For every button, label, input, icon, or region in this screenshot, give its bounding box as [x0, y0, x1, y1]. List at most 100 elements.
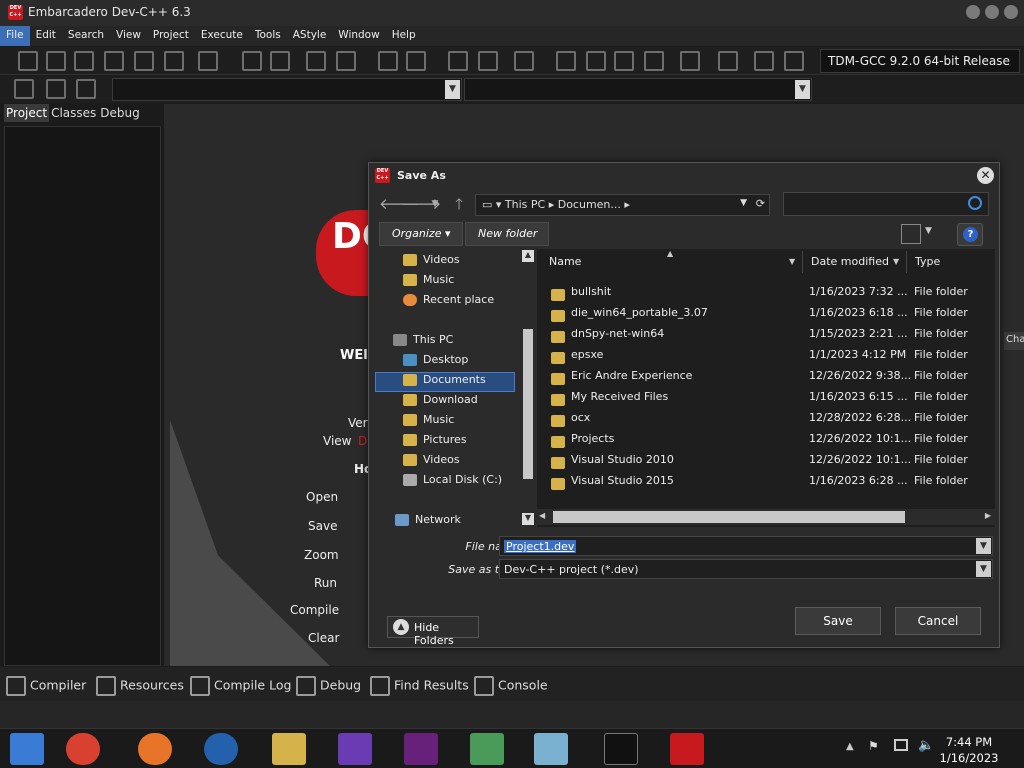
welcome-run-link[interactable]: Run — [314, 576, 337, 590]
menu-astyle[interactable]: AStyle — [287, 26, 333, 46]
nav-item-local-disk[interactable]: Local Disk (C:) — [403, 473, 502, 493]
find-icon[interactable] — [242, 51, 262, 71]
file-row[interactable]: die_win64_portable_3.07 1/16/2023 6:18 ..… — [547, 302, 987, 323]
network-icon[interactable] — [894, 739, 908, 751]
notepad-icon[interactable] — [534, 733, 568, 765]
redo-icon[interactable] — [406, 51, 426, 71]
class-combo[interactable]: ▼ — [112, 78, 462, 101]
file-name-input[interactable]: Project1.dev ▼ — [499, 536, 993, 556]
menu-help[interactable]: Help — [386, 26, 422, 46]
compile-icon[interactable] — [556, 51, 576, 71]
nav-scrollbar[interactable]: ▲ ▼ — [521, 249, 535, 527]
close-file-icon[interactable] — [134, 51, 154, 71]
bookmarks-icon[interactable] — [76, 79, 96, 99]
chevron-down-icon[interactable]: ▼ — [976, 561, 991, 577]
recent-locations-icon[interactable]: ▼ — [425, 195, 445, 215]
refresh-icon[interactable]: ⟳ — [756, 197, 765, 210]
stop-icon[interactable] — [718, 51, 738, 71]
tab-project[interactable]: Project — [4, 104, 50, 122]
rebuild-icon[interactable] — [644, 51, 664, 71]
nav-item-desktop[interactable]: Desktop — [403, 353, 468, 373]
scroll-left-icon[interactable]: ◀ — [539, 511, 545, 520]
undo-icon[interactable] — [378, 51, 398, 71]
file-row[interactable]: dnSpy-net-win64 1/15/2023 2:21 ... File fo… — [547, 323, 987, 344]
system-clock[interactable]: 7:44 PM 1/16/2023 — [934, 734, 1004, 766]
replace-icon[interactable] — [270, 51, 290, 71]
hscroll-thumb[interactable] — [553, 511, 905, 523]
tab-compile-log[interactable]: Compile Log — [190, 667, 291, 701]
delete-profile-icon[interactable] — [784, 51, 804, 71]
run-icon[interactable] — [586, 51, 606, 71]
side-panel-tab[interactable]: Cha — [1004, 332, 1024, 350]
new-file-icon[interactable] — [18, 51, 38, 71]
tab-find-results[interactable]: Find Results — [370, 667, 469, 701]
nav-item-documents[interactable]: Documents — [375, 372, 515, 392]
file-row[interactable]: Visual Studio 2015 1/16/2023 6:28 ... File… — [547, 470, 987, 491]
view-options-icon[interactable] — [901, 224, 921, 244]
save-icon[interactable] — [74, 51, 94, 71]
welcome-save-link[interactable]: Save — [308, 519, 337, 533]
check-icon[interactable] — [680, 51, 700, 71]
nav-item-music[interactable]: Music — [403, 273, 454, 293]
tab-debug-output[interactable]: Debug — [296, 667, 361, 701]
menu-tools[interactable]: Tools — [249, 26, 287, 46]
flag-icon[interactable]: ⚑ — [868, 739, 879, 753]
file-row[interactable]: Visual Studio 2010 12/26/2022 10:1... File… — [547, 449, 987, 470]
file-row[interactable]: ocx 12/28/2022 6:28... File folder — [547, 407, 987, 428]
visual-studio-installer-icon[interactable] — [338, 733, 372, 765]
file-row[interactable]: epsxe 1/1/2023 4:12 PM File folder — [547, 344, 987, 365]
maximize-icon[interactable] — [985, 5, 999, 19]
chevron-down-icon[interactable]: ▼ — [789, 257, 795, 266]
hide-folders-button[interactable]: ▲ Hide Folders — [387, 616, 479, 647]
nav-item-pictures[interactable]: Pictures — [403, 433, 467, 453]
chart-icon[interactable] — [754, 51, 774, 71]
tab-classes[interactable]: Classes — [49, 104, 98, 122]
back-icon[interactable]: 🡐 — [379, 195, 419, 215]
scroll-down-icon[interactable]: ▼ — [522, 513, 534, 525]
network-app-icon[interactable] — [470, 733, 504, 765]
welcome-clear-link[interactable]: Clear — [308, 631, 339, 645]
open-icon[interactable] — [46, 51, 66, 71]
nav-item-downloads[interactable]: Download — [403, 393, 478, 413]
close-icon[interactable] — [1004, 5, 1018, 19]
nav-item-music-2[interactable]: Music — [403, 413, 454, 433]
menu-edit[interactable]: Edit — [30, 26, 62, 46]
view-dropdown-icon[interactable]: ▼ — [925, 226, 932, 236]
welcome-open-link[interactable]: Open — [306, 490, 338, 504]
menu-file[interactable]: File — [0, 26, 30, 46]
member-combo[interactable]: ▼ — [464, 78, 812, 101]
search-input[interactable] — [783, 192, 989, 216]
nav-item-this-pc[interactable]: This PC — [393, 333, 453, 353]
up-icon[interactable]: 🡑 — [449, 195, 469, 215]
file-row[interactable]: My Received Files 1/16/2023 6:15 ... File … — [547, 386, 987, 407]
devcpp-taskbar-icon[interactable] — [670, 733, 704, 765]
tab-console[interactable]: Console — [474, 667, 548, 701]
compile-run-icon[interactable] — [614, 51, 634, 71]
nav-item-videos-2[interactable]: Videos — [403, 453, 460, 473]
indent-icon[interactable] — [306, 51, 326, 71]
forward-icon[interactable]: 🡒 — [401, 195, 441, 215]
volume-icon[interactable]: 🔈 — [918, 738, 934, 753]
minimize-icon[interactable] — [966, 5, 980, 19]
app-logo-icon[interactable] — [204, 733, 238, 765]
save-as-type-select[interactable]: Dev-C++ project (*.dev) ▼ — [499, 559, 993, 579]
tab-compiler[interactable]: Compiler — [6, 667, 86, 701]
menu-search[interactable]: Search — [62, 26, 110, 46]
tray-chevron-icon[interactable]: ▲ — [846, 741, 854, 752]
save-button[interactable]: Save — [795, 607, 881, 635]
save-all-icon[interactable] — [104, 51, 124, 71]
firefox-icon[interactable] — [138, 733, 172, 765]
file-row[interactable]: Eric Andre Experience 12/26/2022 9:38... F… — [547, 365, 987, 386]
breadcrumb-this-pc[interactable]: This PC — [505, 198, 545, 211]
menu-project[interactable]: Project — [147, 26, 195, 46]
compiler-select[interactable]: TDM-GCC 9.2.0 64-bit Release — [820, 49, 1020, 73]
column-date-modified[interactable]: Date modified — [805, 251, 907, 273]
column-type[interactable]: Type — [909, 251, 995, 273]
menu-execute[interactable]: Execute — [195, 26, 249, 46]
cancel-button[interactable]: Cancel — [895, 607, 981, 635]
welcome-zoom-link[interactable]: Zoom — [304, 548, 339, 562]
chrome-canary-icon[interactable] — [10, 733, 44, 765]
tab-resources[interactable]: Resources — [96, 667, 184, 701]
scroll-thumb[interactable] — [523, 329, 533, 479]
visual-studio-icon[interactable] — [404, 733, 438, 765]
